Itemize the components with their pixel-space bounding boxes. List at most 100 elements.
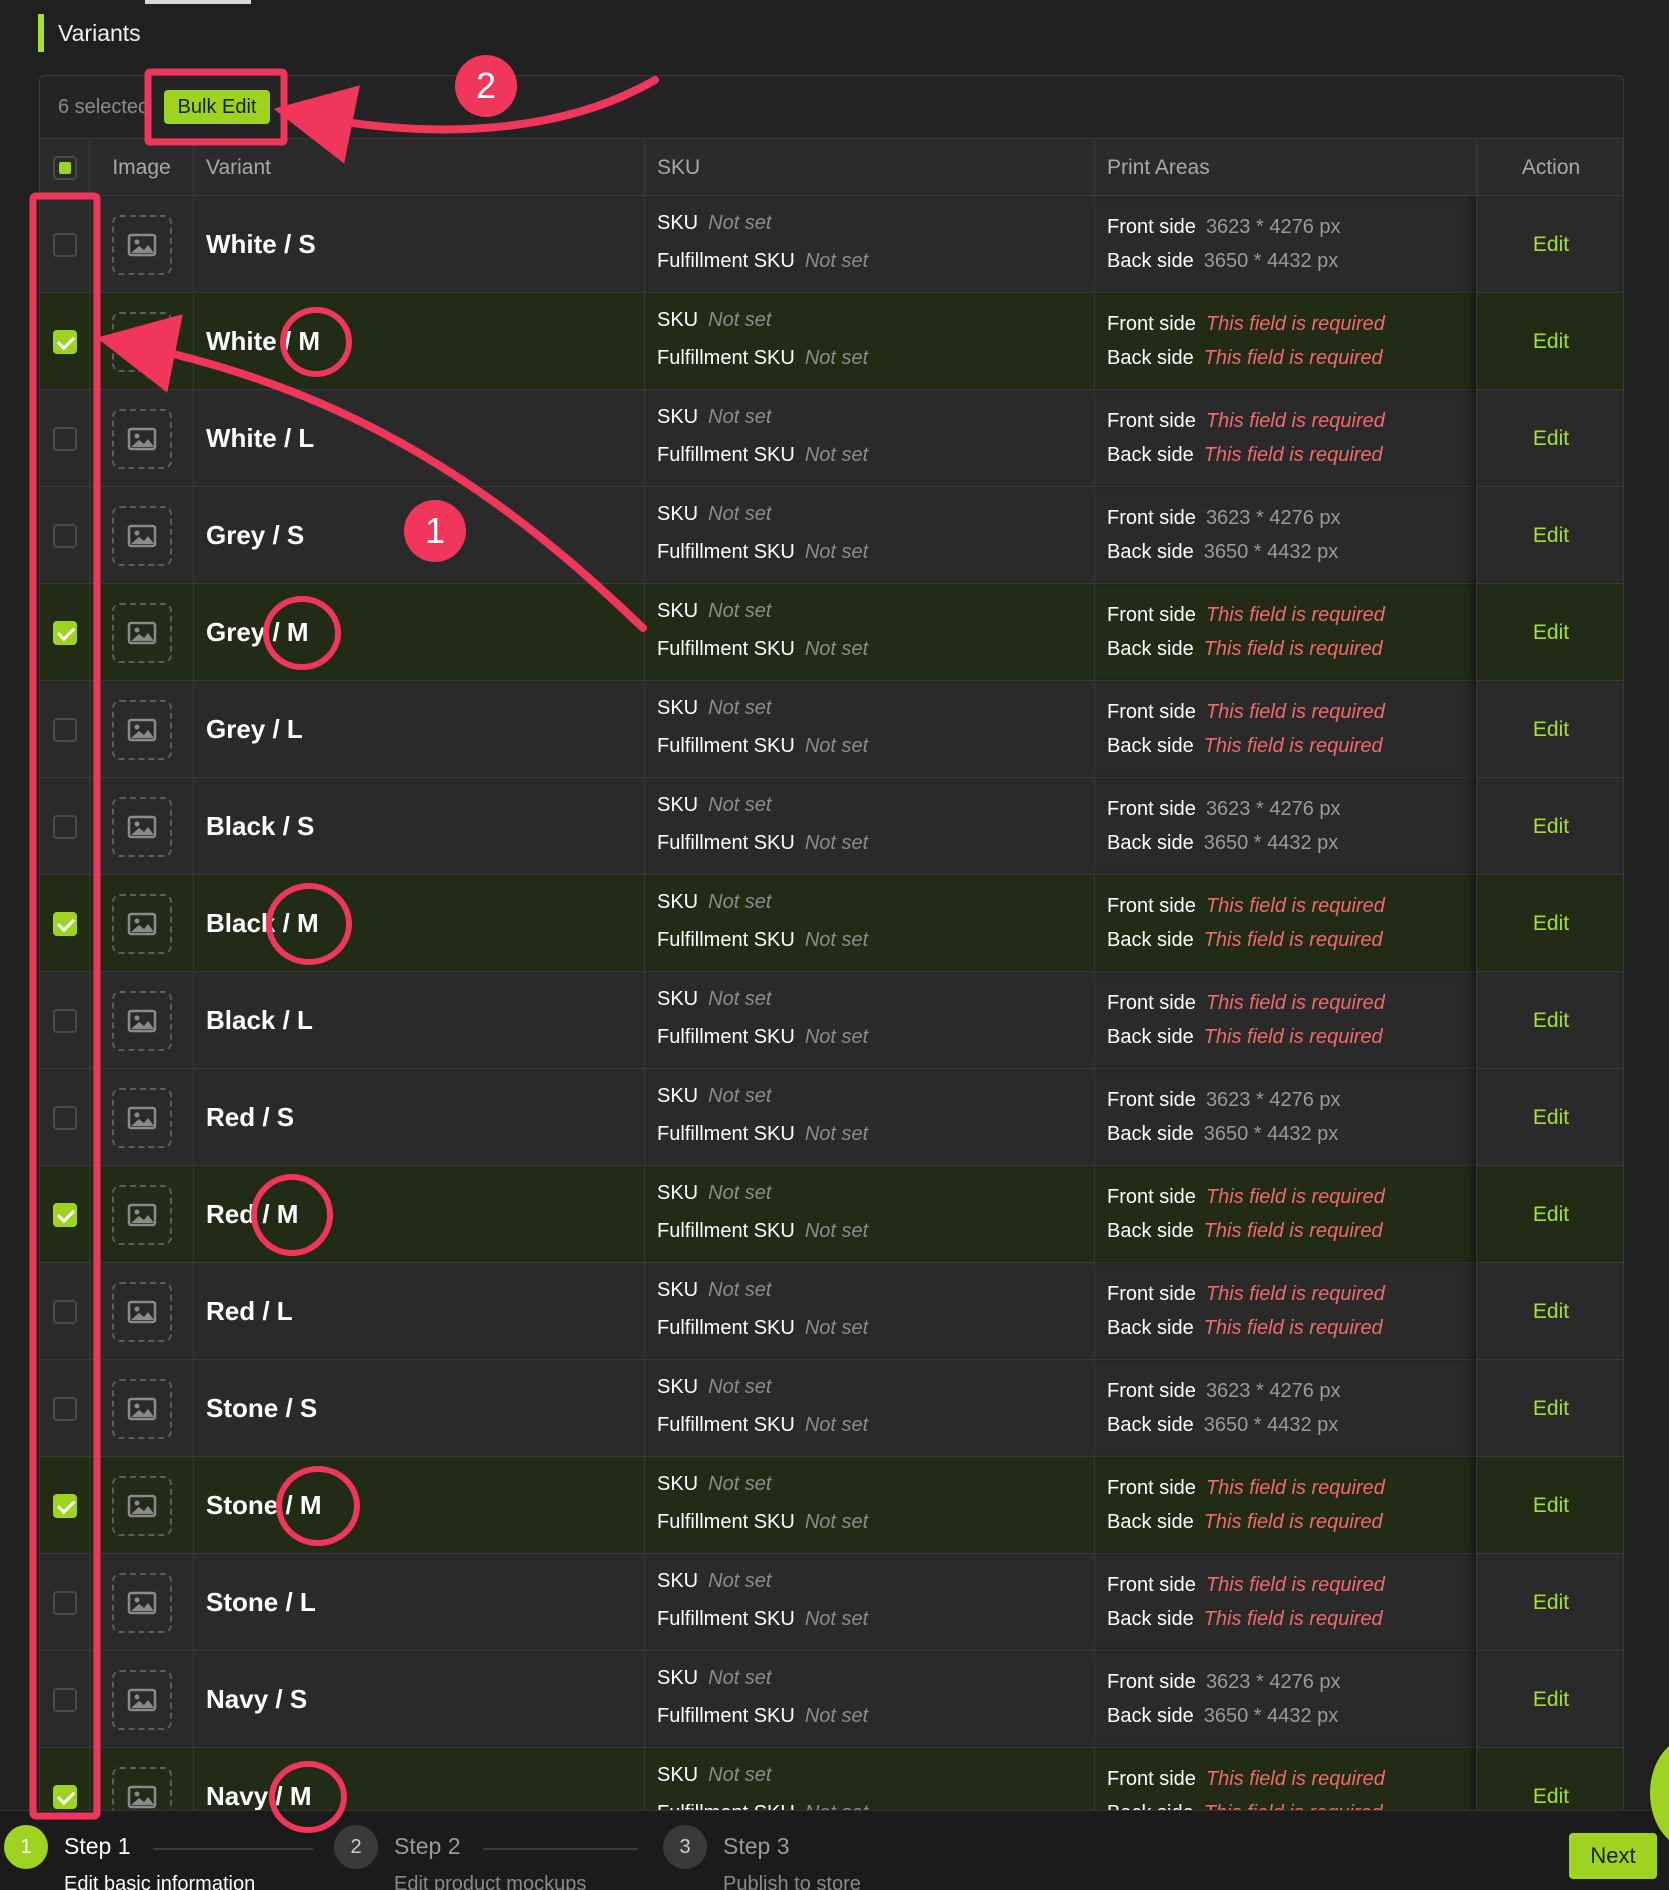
edit-link[interactable]: Edit <box>1533 621 1569 645</box>
edit-link[interactable]: Edit <box>1533 1591 1569 1615</box>
row-checkbox[interactable] <box>52 1687 77 1712</box>
table-row: Red / M SKU Not set Fulfillment SKU Not set F… <box>40 1166 1623 1263</box>
action-cell: Edit <box>1476 1554 1623 1651</box>
image-icon <box>127 330 156 353</box>
edit-link[interactable]: Edit <box>1533 912 1569 936</box>
row-checkbox[interactable] <box>52 717 77 742</box>
fulfillment-sku-label: Fulfillment SKU <box>657 347 795 369</box>
edit-link[interactable]: Edit <box>1533 1397 1569 1421</box>
edit-link[interactable]: Edit <box>1533 233 1569 257</box>
sku-value: Not set <box>708 1279 772 1301</box>
edit-link[interactable]: Edit <box>1533 1688 1569 1712</box>
fulfillment-sku-label: Fulfillment SKU <box>657 929 795 951</box>
step-1-title: Step 1 <box>64 1833 131 1859</box>
sku-cell: SKU Not set Fulfillment SKU Not set <box>644 972 1094 1069</box>
image-icon <box>127 427 156 450</box>
image-upload-placeholder[interactable] <box>111 602 172 663</box>
edit-link[interactable]: Edit <box>1533 815 1569 839</box>
sku-value: Not set <box>708 309 772 331</box>
header-image: Image <box>89 139 193 197</box>
print-areas-cell: Front side 3623 * 4276 px Back side 3650 * … <box>1094 1069 1476 1166</box>
row-checkbox[interactable] <box>52 426 77 451</box>
fulfillment-sku-value: Not set <box>804 1317 869 1339</box>
image-upload-placeholder[interactable] <box>111 990 172 1051</box>
image-upload-placeholder[interactable] <box>111 408 172 469</box>
sku-cell: SKU Not set Fulfillment SKU Not set <box>644 778 1094 875</box>
row-checkbox[interactable] <box>52 329 77 354</box>
edit-link[interactable]: Edit <box>1533 1009 1569 1033</box>
image-icon <box>127 1494 156 1517</box>
image-upload-placeholder[interactable] <box>111 1475 172 1536</box>
variant-name: Red / S <box>193 1069 644 1166</box>
back-side-label: Back side <box>1107 735 1194 757</box>
fulfillment-sku-label: Fulfillment SKU <box>657 250 795 272</box>
variant-name: Red / M <box>193 1166 644 1263</box>
action-cell: Edit <box>1476 875 1623 972</box>
table-row: Grey / M SKU Not set Fulfillment SKU Not set… <box>40 584 1623 681</box>
back-side-label: Back side <box>1107 250 1194 272</box>
sku-value: Not set <box>708 1667 772 1689</box>
print-areas-cell: Front side This field is required Back sid… <box>1094 1263 1476 1360</box>
row-checkbox[interactable] <box>52 911 77 936</box>
image-upload-placeholder[interactable] <box>111 1572 172 1633</box>
image-upload-placeholder[interactable] <box>111 1281 172 1342</box>
sku-label: SKU <box>657 1182 699 1204</box>
edit-link[interactable]: Edit <box>1533 718 1569 742</box>
image-upload-placeholder[interactable] <box>111 796 172 857</box>
header-variant: Variant <box>193 139 644 197</box>
image-cell <box>89 196 193 293</box>
fulfillment-sku-value: Not set <box>804 541 869 563</box>
image-upload-placeholder[interactable] <box>111 1087 172 1148</box>
image-upload-placeholder[interactable] <box>111 893 172 954</box>
table-row: White / L SKU Not set Fulfillment SKU Not se… <box>40 390 1623 487</box>
back-side-label: Back side <box>1107 1705 1194 1727</box>
row-checkbox[interactable] <box>52 620 77 645</box>
row-select-cell <box>40 584 89 681</box>
image-upload-placeholder[interactable] <box>111 214 172 275</box>
row-checkbox[interactable] <box>52 1396 77 1421</box>
table-row: Stone / S SKU Not set Fulfillment SKU Not se… <box>40 1360 1623 1457</box>
edit-link[interactable]: Edit <box>1533 1300 1569 1324</box>
front-side-label: Front side <box>1107 701 1196 723</box>
row-checkbox[interactable] <box>52 814 77 839</box>
sku-cell: SKU Not set Fulfillment SKU Not set <box>644 1554 1094 1651</box>
row-checkbox[interactable] <box>52 1202 77 1227</box>
image-upload-placeholder[interactable] <box>111 1184 172 1245</box>
edit-link[interactable]: Edit <box>1533 1494 1569 1518</box>
row-checkbox[interactable] <box>52 1590 77 1615</box>
select-all-checkbox[interactable] <box>52 156 77 180</box>
edit-link[interactable]: Edit <box>1533 1106 1569 1130</box>
sku-value: Not set <box>708 1570 772 1592</box>
row-checkbox[interactable] <box>52 1784 77 1809</box>
row-checkbox[interactable] <box>52 1299 77 1324</box>
variant-name: Red / L <box>193 1263 644 1360</box>
image-upload-placeholder[interactable] <box>111 1378 172 1439</box>
front-side-value: This field is required <box>1205 1574 1385 1596</box>
edit-link[interactable]: Edit <box>1533 330 1569 354</box>
image-upload-placeholder[interactable] <box>111 699 172 760</box>
sku-cell: SKU Not set Fulfillment SKU Not set <box>644 487 1094 584</box>
edit-link[interactable]: Edit <box>1533 427 1569 451</box>
sku-label: SKU <box>657 1085 699 1107</box>
row-checkbox[interactable] <box>52 523 77 548</box>
sku-label: SKU <box>657 1473 699 1495</box>
image-icon <box>127 524 156 547</box>
row-checkbox[interactable] <box>52 1105 77 1130</box>
fulfillment-sku-value: Not set <box>804 1705 869 1727</box>
row-checkbox[interactable] <box>52 232 77 257</box>
edit-link[interactable]: Edit <box>1533 1785 1569 1809</box>
edit-link[interactable]: Edit <box>1533 1203 1569 1227</box>
edit-link[interactable]: Edit <box>1533 524 1569 548</box>
image-icon <box>127 621 156 644</box>
image-cell <box>89 778 193 875</box>
row-checkbox[interactable] <box>52 1008 77 1033</box>
image-upload-placeholder[interactable] <box>111 505 172 566</box>
fulfillment-sku-label: Fulfillment SKU <box>657 638 795 660</box>
row-checkbox[interactable] <box>52 1493 77 1518</box>
image-upload-placeholder[interactable] <box>111 311 172 372</box>
image-upload-placeholder[interactable] <box>111 1669 172 1730</box>
next-button[interactable]: Next <box>1569 1833 1657 1879</box>
variant-name: Black / L <box>193 972 644 1069</box>
variant-name: Stone / L <box>193 1554 644 1651</box>
bulk-edit-button[interactable]: Bulk Edit <box>164 90 270 124</box>
